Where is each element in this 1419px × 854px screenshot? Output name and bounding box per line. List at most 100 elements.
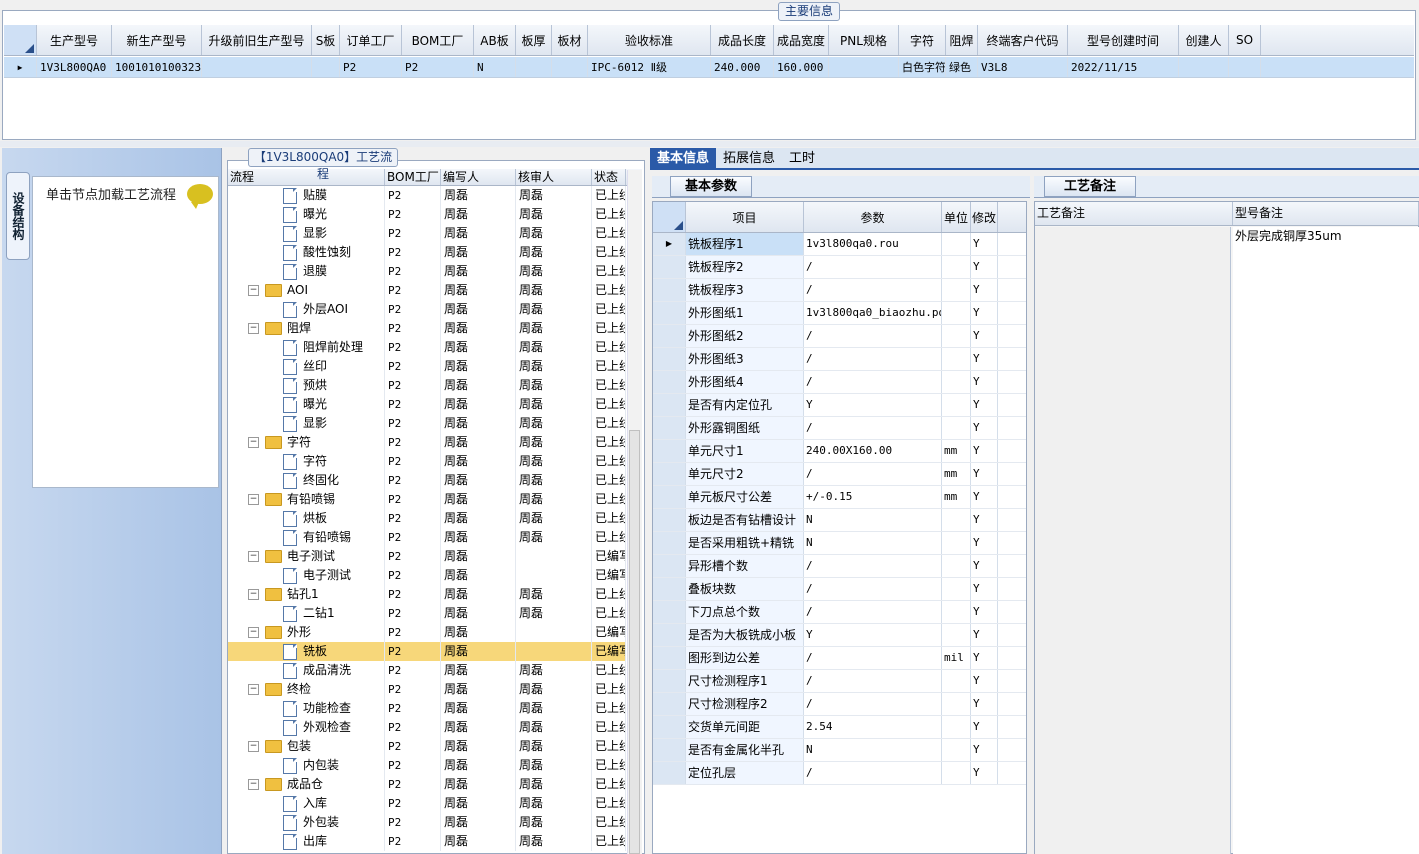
param-cell-item[interactable]: 单元尺寸1 [686,440,804,462]
column-header[interactable]: BOM工厂 [402,25,474,55]
process-notes-caption[interactable]: 工艺备注 [1044,176,1136,197]
param-cell-unit[interactable] [942,325,971,347]
param-row[interactable]: 外形露铜图纸 / Y [653,417,1026,440]
param-cell-unit[interactable] [942,532,971,554]
param-cell-item[interactable]: 单元板尺寸公差 [686,486,804,508]
tree-row[interactable]: 曝光P2周磊周磊已上线 [228,205,626,224]
param-cell-item[interactable]: 图形到边公差 [686,647,804,669]
tree-row[interactable]: 外包装P2周磊周磊已上线 [228,813,626,832]
param-cell-unit[interactable] [942,624,971,646]
param-cell-value[interactable]: / [804,601,942,623]
tree-node[interactable]: − AOI [228,281,385,300]
tree-row[interactable]: 外层AOIP2周磊周磊已上线 [228,300,626,319]
param-row[interactable]: 单元尺寸2/mm Y [653,463,1026,486]
collapse-toggle-icon[interactable]: − [248,779,259,790]
tree-row[interactable]: 酸性蚀刻P2周磊周磊已上线 [228,243,626,262]
tree-node[interactable]: 成品清洗 [228,661,385,680]
param-cell-item[interactable]: 铣板程序3 [686,279,804,301]
table-cell[interactable]: N [474,57,516,77]
tree-node[interactable]: − 终检 [228,680,385,699]
param-cell-value[interactable]: N [804,509,942,531]
param-cell-value[interactable]: N [804,532,942,554]
tree-row[interactable]: 烘板P2周磊周磊已上线 [228,509,626,528]
tree-node[interactable]: 酸性蚀刻 [228,243,385,262]
tree-node[interactable]: − 成品仓 [228,775,385,794]
collapse-toggle-icon[interactable]: − [248,551,259,562]
collapse-toggle-icon[interactable]: − [248,494,259,505]
tab-work-hours[interactable]: 工时 [782,148,822,168]
param-cell-unit[interactable] [942,555,971,577]
param-row[interactable]: 外形图纸3/ Y [653,348,1026,371]
param-cell-value[interactable]: 2.54 [804,716,942,738]
param-row[interactable]: 外形图纸2/ Y [653,325,1026,348]
tree-node[interactable]: 电子测试 [228,566,385,585]
tree-node[interactable]: 功能检查 [228,699,385,718]
collapse-toggle-icon[interactable]: − [248,589,259,600]
param-cell-item[interactable]: 尺寸检测程序1 [686,670,804,692]
param-cell-item[interactable]: 铣板程序2 [686,256,804,278]
column-header[interactable]: 板材 [552,25,588,55]
param-cell-mod[interactable]: Y [971,739,998,761]
tree-node[interactable]: 曝光 [228,205,385,224]
collapse-toggle-icon[interactable]: − [248,285,259,296]
table-cell[interactable]: P2 [340,57,402,77]
param-cell-unit[interactable] [942,739,971,761]
column-header[interactable]: 升级前旧生产型号 [202,25,312,55]
grid-corner-icon[interactable] [653,202,686,232]
collapse-toggle-icon[interactable]: − [248,741,259,752]
tab-extended-info[interactable]: 拓展信息 [716,148,782,168]
tree-row[interactable]: 显影P2周磊周磊已上线 [228,224,626,243]
param-row[interactable]: 外形图纸1 1v3l800qa0_biaozhu.pdf Y [653,302,1026,325]
tree-row[interactable]: 曝光P2周磊周磊已上线 [228,395,626,414]
column-header[interactable]: 板厚 [516,25,552,55]
tree-node[interactable]: 内包装 [228,756,385,775]
param-cell-mod[interactable]: Y [971,509,998,531]
table-cell[interactable] [1179,57,1229,77]
param-cell-value[interactable]: Y [804,394,942,416]
table-cell[interactable] [202,57,312,77]
param-cell-unit[interactable] [942,394,971,416]
tree-row[interactable]: 铣板 P2周磊 已编写 [228,642,626,661]
column-header[interactable]: 生产型号 [37,25,112,55]
collapse-toggle-icon[interactable]: − [248,684,259,695]
param-cell-value[interactable]: / [804,256,942,278]
param-cell-value[interactable]: 1v3l800qa0.rou [804,233,942,255]
param-cell-unit[interactable]: mm [942,440,971,462]
param-cell-mod[interactable]: Y [971,394,998,416]
param-cell-value[interactable]: / [804,279,942,301]
param-cell-item[interactable]: 外形图纸2 [686,325,804,347]
param-cell-mod[interactable]: Y [971,624,998,646]
param-row[interactable]: 单元板尺寸公差 +/-0.15 mm Y [653,486,1026,509]
param-cell-value[interactable]: / [804,463,942,485]
column-header[interactable]: 阻焊 [946,25,978,55]
tree-node[interactable]: − 有铅喷锡 [228,490,385,509]
param-cell-mod[interactable]: Y [971,762,998,784]
param-cell-unit[interactable] [942,716,971,738]
param-cell-mod[interactable]: Y [971,716,998,738]
tree-row[interactable]: −钻孔1P2周磊周磊已上线 [228,585,626,604]
column-header[interactable]: 项目 [686,202,804,232]
param-row[interactable]: 铣板程序2/ Y [653,256,1026,279]
tree-node[interactable]: 预烘 [228,376,385,395]
tree-row[interactable]: −成品仓P2周磊周磊已上线 [228,775,626,794]
param-row[interactable]: 定位孔层 / Y [653,762,1026,785]
table-cell[interactable] [516,57,552,77]
table-cell[interactable]: 160.000 [774,57,829,77]
param-cell-item[interactable]: 铣板程序1 [686,233,804,255]
column-header[interactable]: AB板 [474,25,516,55]
param-cell-mod[interactable]: Y [971,463,998,485]
tree-row[interactable]: 贴膜P2周磊周磊已上线 [228,186,626,205]
param-cell-unit[interactable] [942,279,971,301]
param-cell-value[interactable]: / [804,417,942,439]
column-header[interactable]: 成品长度 [711,25,774,55]
param-cell-item[interactable]: 是否有内定位孔 [686,394,804,416]
column-header[interactable]: SO [1229,25,1261,55]
tree-node[interactable]: 烘板 [228,509,385,528]
param-cell-mod[interactable]: Y [971,670,998,692]
tree-row[interactable]: −阻焊P2周磊周磊已上线 [228,319,626,338]
tree-row[interactable]: 成品清洗P2周磊周磊已上线 [228,661,626,680]
param-cell-unit[interactable] [942,509,971,531]
param-cell-item[interactable]: 板边是否有钻槽设计 [686,509,804,531]
param-cell-unit[interactable] [942,348,971,370]
tree-row[interactable]: −字符P2周磊周磊已上线 [228,433,626,452]
